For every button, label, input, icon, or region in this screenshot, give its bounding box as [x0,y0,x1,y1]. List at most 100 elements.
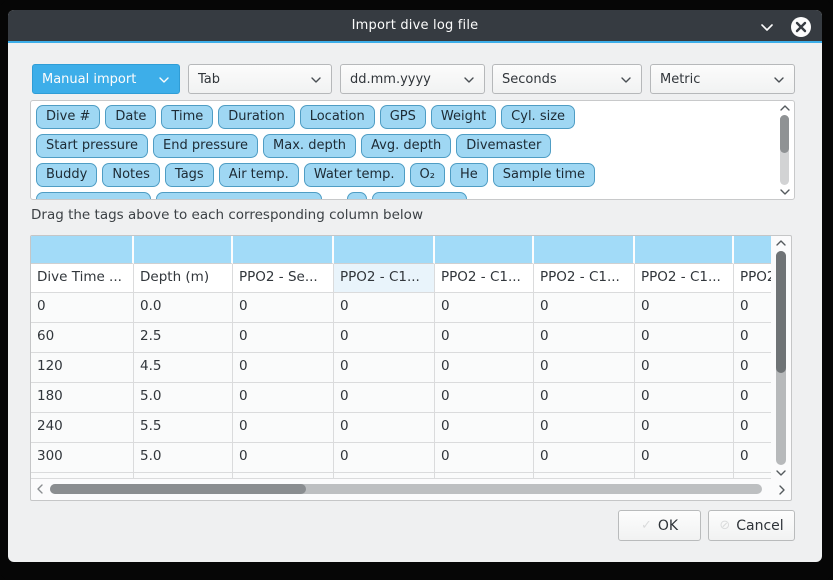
tag-notes[interactable]: Notes [102,163,160,187]
tag-he[interactable]: He [450,163,488,187]
column-drop-target[interactable] [534,236,635,264]
table-cell [635,473,734,479]
table-cell: 0.0 [134,293,233,323]
column-drop-target[interactable] [134,236,233,264]
tag-clipped[interactable] [156,192,322,200]
table-viewport: Dive Time ... Depth (m) PPO2 - Se... PPO… [31,236,771,480]
header-row: Dive Time ... Depth (m) PPO2 - Se... PPO… [31,264,771,293]
tag-buddy[interactable]: Buddy [36,163,97,187]
table-cell: 0 [435,383,534,413]
column-drop-target[interactable] [734,236,771,264]
tag-start-pressure[interactable]: Start pressure [36,134,148,158]
table-row: 180 5.0 0 0 0 0 0 0 [31,383,771,413]
column-header[interactable]: Dive Time ... [31,264,134,293]
column-header[interactable]: PPO2 - Se... [233,264,334,293]
table-cell: 60 [31,323,134,353]
column-header[interactable]: PPO2 - C1... [635,264,734,293]
table-cell: 0 [435,443,534,473]
chevron-left-icon[interactable] [35,483,45,495]
chevron-up-icon[interactable] [779,103,791,113]
scrollbar-thumb[interactable] [776,251,786,373]
tag-avg-depth[interactable]: Avg. depth [361,134,451,158]
column-header[interactable]: Depth (m) [134,264,233,293]
chevron-right-icon[interactable] [777,484,787,496]
close-icon[interactable] [790,16,812,38]
column-drop-target[interactable] [334,236,435,264]
units-select[interactable]: Metric [650,64,795,94]
tag-air-temp[interactable]: Air temp. [219,163,299,187]
column-drop-target[interactable] [31,236,134,264]
tag-water-temp[interactable]: Water temp. [304,163,405,187]
tag-max-depth[interactable]: Max. depth [263,134,356,158]
column-drop-target[interactable] [233,236,334,264]
column-header[interactable]: PPO2 [734,264,771,293]
tag-row: Dive # Date Time Duration Location GPS W… [36,105,774,129]
tag-time[interactable]: Time [161,105,213,129]
tag-location[interactable]: Location [300,105,375,129]
table-cell: 4.5 [134,353,233,383]
chevron-down-icon[interactable] [756,16,778,38]
tag-cyl-size[interactable]: Cyl. size [501,105,575,129]
cancel-button[interactable]: ⊘ Cancel [708,510,795,541]
column-header[interactable]: PPO2 - C1... [534,264,635,293]
tag-date[interactable]: Date [105,105,156,129]
scrollbar-track[interactable] [50,484,762,494]
tag-end-pressure[interactable]: End pressure [153,134,258,158]
table-cell: 5.0 [134,443,233,473]
tag-panel: Dive # Date Time Duration Location GPS W… [30,100,795,200]
tag-clipped[interactable] [36,192,151,200]
column-drop-target[interactable] [435,236,534,264]
table-cell: 5.5 [134,413,233,443]
chevron-up-icon[interactable] [775,238,787,248]
tag-duration[interactable]: Duration [218,105,294,129]
tag-tags[interactable]: Tags [165,163,214,187]
table-horizontal-scrollbar[interactable] [35,481,767,497]
tag-sample-time[interactable]: Sample time [493,163,595,187]
table-cell [334,473,435,479]
cancel-button-label: Cancel [736,518,783,534]
duration-format-select[interactable]: Seconds [492,64,642,94]
dialog-title: Import dive log file [352,18,479,33]
ok-button[interactable]: ✓ OK [618,510,701,541]
tag-divemaster[interactable]: Divemaster [456,134,551,158]
chevron-down-icon[interactable] [775,468,787,478]
table-cell [734,473,771,479]
tag-clipped[interactable] [347,192,367,200]
scrollbar-track[interactable] [776,251,786,465]
scrollbar-thumb[interactable] [50,484,306,494]
column-header-highlighted[interactable]: PPO2 - C1... [334,264,435,293]
table-cell: 0 [734,443,771,473]
titlebar[interactable]: Import dive log file [8,10,822,43]
tag-gps[interactable]: GPS [380,105,426,129]
table-cell: 0 [534,323,635,353]
date-format-select[interactable]: dd.mm.yyyy [340,64,485,94]
table-cell: 0 [734,383,771,413]
tag-o2[interactable]: O₂ [410,163,445,187]
date-format-value: dd.mm.yyyy [350,72,431,87]
ok-button-label: OK [658,518,678,534]
field-separator-select[interactable]: Tab [188,64,332,94]
table-cell [435,473,534,479]
tag-dive-number[interactable]: Dive # [36,105,100,129]
scrollbar-track[interactable] [780,115,789,185]
table-cell: 240 [31,413,134,443]
import-type-value: Manual import [42,72,136,87]
tag-weight[interactable]: Weight [431,105,496,129]
column-header[interactable]: PPO2 - C1... [435,264,534,293]
column-drop-target[interactable] [635,236,734,264]
screen-background: Import dive log file Manual import Tab d… [0,0,833,580]
table-vertical-scrollbar[interactable] [772,238,790,478]
table-cell: 0 [534,443,635,473]
table-row: 60 2.5 0 0 0 0 0 0 [31,323,771,353]
import-type-select[interactable]: Manual import [32,64,180,94]
table-row-partial [31,473,771,479]
tag-row-clipped [36,192,774,200]
table-cell: 0 [233,383,334,413]
drop-target-row [31,236,771,264]
scrollbar-thumb[interactable] [780,115,789,153]
table-cell: 5.0 [134,383,233,413]
tag-clipped[interactable] [372,192,467,200]
chevron-down-icon[interactable] [779,187,791,197]
tag-panel-scrollbar[interactable] [777,103,792,197]
table-cell: 0 [233,293,334,323]
